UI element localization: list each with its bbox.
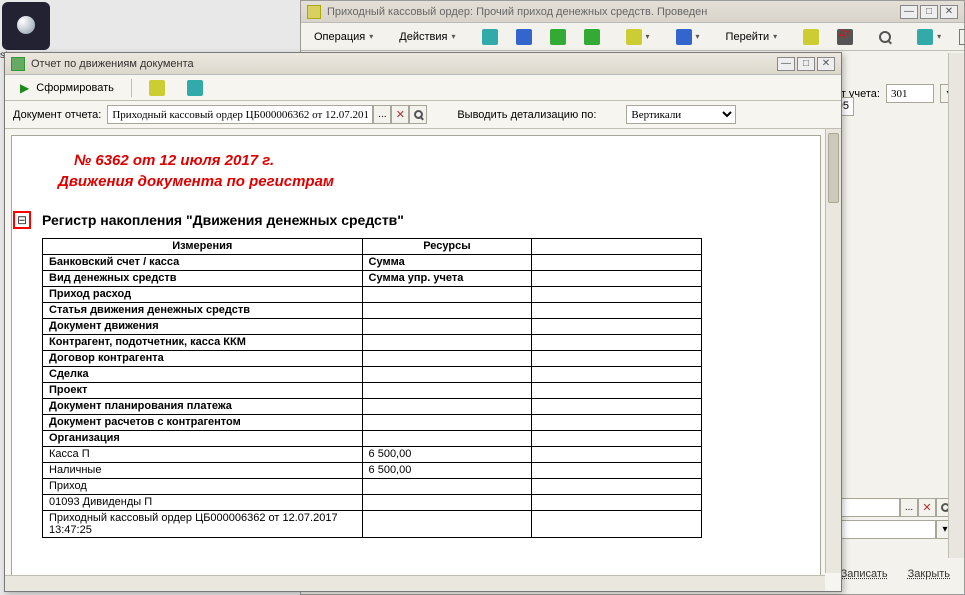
- table-row: Проект: [43, 383, 702, 399]
- table-row: Документ движения: [43, 319, 702, 335]
- report-heading-2: Движения документа по регистрам: [58, 173, 798, 190]
- maximize-button[interactable]: □: [920, 5, 938, 19]
- doc-label: Документ отчета:: [13, 109, 101, 121]
- report-heading-1: № 6362 от 12 июля 2017 г.: [74, 152, 798, 169]
- cash-order-scrollbar[interactable]: [948, 53, 964, 558]
- financist-clear[interactable]: ✕: [918, 498, 936, 517]
- table-row: Приход расход: [43, 287, 702, 303]
- report-maximize[interactable]: □: [797, 57, 815, 71]
- report-scrollbar-v[interactable]: [825, 129, 841, 573]
- minimize-button[interactable]: —: [900, 5, 918, 19]
- goto-menu[interactable]: Перейти: [719, 28, 785, 46]
- desktop-app-icon[interactable]: [2, 2, 50, 50]
- doc-icon: [307, 5, 321, 19]
- app-icon-graphic: [17, 16, 35, 34]
- table-row: Документ планирования платежа: [43, 399, 702, 415]
- doc-dots[interactable]: ...: [373, 105, 391, 124]
- report-close[interactable]: ✕: [817, 57, 835, 71]
- tb-icon-5[interactable]: [619, 26, 657, 48]
- tb-icon-7[interactable]: [796, 26, 826, 48]
- table-row: Приходный кассовый ордер ЦБ000006362 от …: [43, 511, 702, 538]
- table-row: Договор контрагента: [43, 351, 702, 367]
- tb-icon-6[interactable]: [669, 26, 707, 48]
- report-titlebar[interactable]: Отчет по движениям документа — □ ✕: [5, 53, 841, 75]
- tb-icon-4[interactable]: [577, 26, 607, 48]
- th-resources: Ресурсы: [362, 239, 532, 255]
- collapse-toggle[interactable]: ⊟: [13, 211, 31, 229]
- operation-menu[interactable]: Операция: [307, 28, 380, 46]
- tb-icon-9[interactable]: [952, 26, 965, 48]
- detail-label: Выводить детализацию по:: [457, 109, 596, 121]
- report-window: Отчет по движениям документа — □ ✕ ▶ Сфо…: [4, 52, 842, 592]
- tb-icon-1[interactable]: [475, 26, 505, 48]
- doc-clear[interactable]: ✕: [391, 105, 409, 124]
- th-measurements: Измерения: [43, 239, 363, 255]
- table-row: Касса П6 500,00: [43, 447, 702, 463]
- table-row: Статья движения денежных средств: [43, 303, 702, 319]
- th-blank: [532, 239, 702, 255]
- doc-input[interactable]: [107, 105, 373, 124]
- generate-button[interactable]: ▶ Сформировать: [13, 78, 121, 98]
- detail-select[interactable]: Вертикали: [626, 105, 736, 124]
- register-table: Измерения Ресурсы Банковский счет / касс…: [42, 238, 702, 538]
- save-button[interactable]: Записать: [835, 566, 894, 582]
- tb-icon-8[interactable]: [910, 26, 948, 48]
- register-title: Регистр накопления "Движения денежных ср…: [42, 212, 798, 228]
- tb-icon-dk[interactable]: Дт: [830, 26, 860, 48]
- table-row: Документ расчетов с контрагентом: [43, 415, 702, 431]
- table-row: Организация: [43, 431, 702, 447]
- table-row: Контрагент, подотчетник, касса ККМ: [43, 335, 702, 351]
- table-row: Вид денежных средствСумма упр. учета: [43, 271, 702, 287]
- tb-report-icon-2[interactable]: [180, 77, 210, 99]
- table-row: Сделка: [43, 367, 702, 383]
- tb-icon-2[interactable]: [509, 26, 539, 48]
- report-toolbar: ▶ Сформировать: [5, 75, 841, 101]
- report-scrollbar-h[interactable]: [5, 575, 825, 591]
- table-row: 01093 Дивиденды П: [43, 495, 702, 511]
- cash-order-title: Приходный кассовый ордер: Прочий приход …: [327, 6, 707, 18]
- actions-menu[interactable]: Действия: [392, 28, 462, 46]
- report-minimize[interactable]: —: [777, 57, 795, 71]
- tb-icon-3[interactable]: [543, 26, 573, 48]
- account-input[interactable]: [886, 84, 934, 103]
- tb-icon-search[interactable]: [872, 28, 898, 46]
- close-button[interactable]: ✕: [940, 5, 958, 19]
- financist-dots[interactable]: ...: [900, 498, 918, 517]
- report-params: Документ отчета: ... ✕ Выводить детализа…: [5, 101, 841, 129]
- report-icon: [11, 57, 25, 71]
- table-row: Наличные6 500,00: [43, 463, 702, 479]
- close-window-button[interactable]: Закрыть: [902, 566, 956, 582]
- tb-report-icon-1[interactable]: [142, 77, 172, 99]
- table-row: Банковский счет / кассаСумма: [43, 255, 702, 271]
- cash-order-toolbar: Операция Действия Перейти Дт: [301, 23, 964, 51]
- doc-search[interactable]: [409, 105, 427, 124]
- cash-order-titlebar[interactable]: Приходный кассовый ордер: Прочий приход …: [301, 1, 964, 23]
- report-title: Отчет по движениям документа: [31, 58, 194, 70]
- report-body: № 6362 от 12 июля 2017 г. Движения докум…: [11, 135, 821, 583]
- table-row: Приход: [43, 479, 702, 495]
